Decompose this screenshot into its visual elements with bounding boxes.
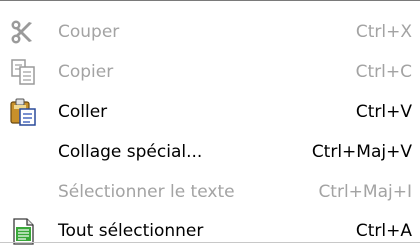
menu-item-label: Tout sélectionner xyxy=(58,221,204,241)
menu-item-shortcut: Ctrl+V xyxy=(355,102,412,122)
menu-item-label: Collage spécial... xyxy=(58,142,203,162)
paste-icon xyxy=(8,97,38,127)
menu-item-label: Sélectionner le texte xyxy=(58,182,235,202)
menu-item-shortcut: Ctrl+C xyxy=(355,62,412,82)
menu-item-label: Copier xyxy=(58,62,114,82)
menu-item-label: Coller xyxy=(58,102,108,122)
menu-item-copy[interactable]: Copier Ctrl+C xyxy=(0,52,420,92)
menu-item-shortcut: Ctrl+A xyxy=(355,221,412,241)
context-menu: Couper Ctrl+X Copier Ctrl+C Coller Ctrl+… xyxy=(0,0,420,245)
menu-item-shortcut: Ctrl+X xyxy=(355,22,412,42)
menu-item-paste-special[interactable]: Collage spécial... Ctrl+Maj+V xyxy=(0,132,420,172)
copy-icon xyxy=(8,57,38,87)
menu-item-cut[interactable]: Couper Ctrl+X xyxy=(0,12,420,52)
menu-item-shortcut: Ctrl+Maj+I xyxy=(318,182,412,202)
menu-item-select-all[interactable]: Tout sélectionner Ctrl+A xyxy=(0,211,420,251)
menu-item-shortcut: Ctrl+Maj+V xyxy=(311,142,412,162)
menu-top-border xyxy=(0,0,420,1)
menu-item-label: Couper xyxy=(58,22,120,42)
menu-item-paste[interactable]: Coller Ctrl+V xyxy=(0,92,420,132)
menu-item-select-text[interactable]: Sélectionner le texte Ctrl+Maj+I xyxy=(0,172,420,212)
scissors-icon xyxy=(8,17,38,47)
